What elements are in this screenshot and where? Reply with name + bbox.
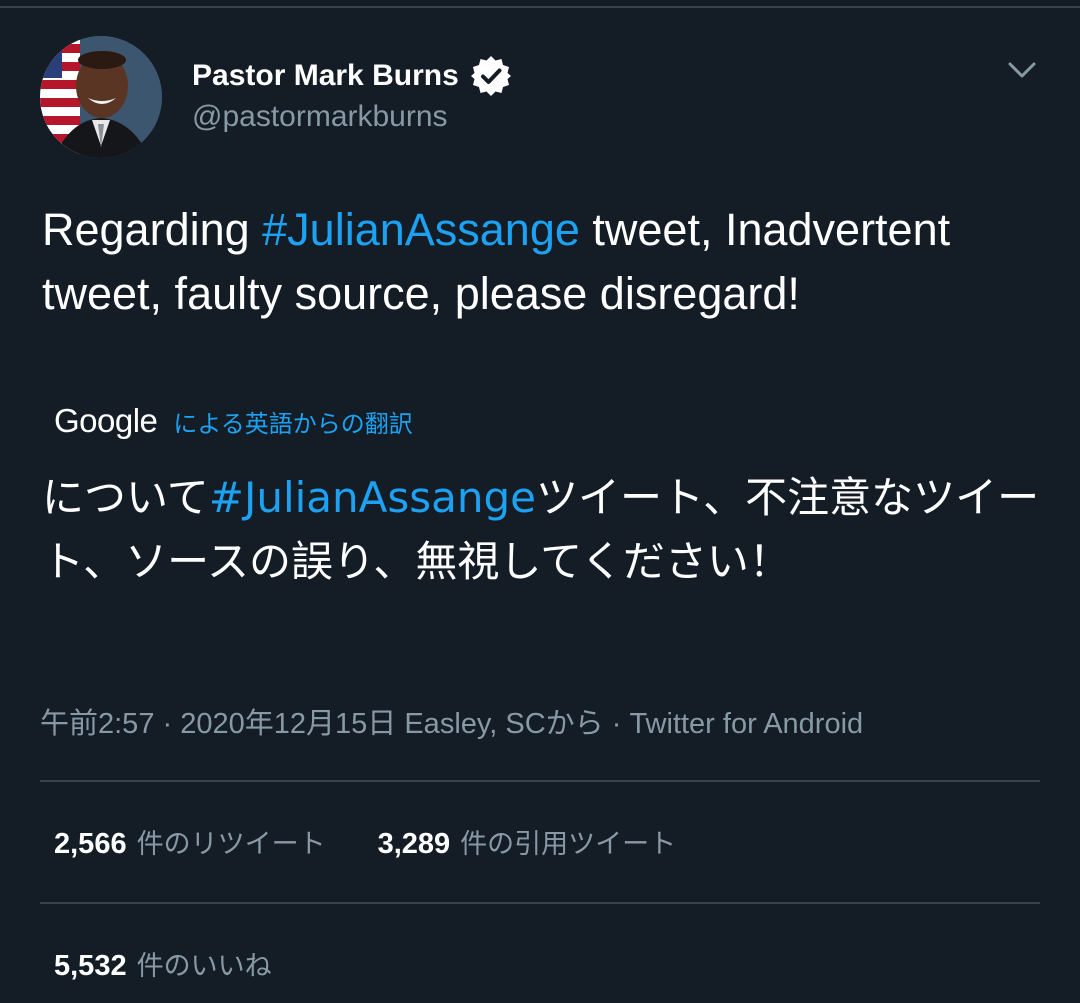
top-divider xyxy=(0,6,1080,8)
tweet-text-before: Regarding xyxy=(42,204,263,255)
stats-row-likes: 5,532 件のいいね xyxy=(54,944,324,983)
stats-divider-middle xyxy=(40,902,1040,904)
tweet-metadata: 午前2:57 · 2020年12月15日 Easley, SCから · Twit… xyxy=(40,700,863,742)
translated-text-before: について xyxy=(42,473,209,522)
verified-badge-icon xyxy=(470,56,511,96)
user-handle[interactable]: @pastormarkburns xyxy=(192,100,448,134)
display-name[interactable]: Pastor Mark Burns xyxy=(192,59,459,93)
name-row: Pastor Mark Burns xyxy=(192,54,513,98)
quote-stat[interactable]: 3,289 件の引用ツイート xyxy=(378,822,677,861)
like-label: 件のいいね xyxy=(136,951,272,982)
chevron-down-icon[interactable] xyxy=(1004,58,1040,82)
tweet-time: 午前2:57 xyxy=(40,708,155,740)
translated-hashtag-link[interactable]: #JulianAssange xyxy=(209,473,536,522)
tweet-header: Pastor Mark Burns @pastormarkburns xyxy=(40,36,1040,160)
stats-divider-top xyxy=(40,780,1040,782)
translation-attribution: Google による英語からの翻訳 xyxy=(54,402,413,440)
retweet-stat[interactable]: 2,566 件のリツイート xyxy=(54,822,326,861)
tweet-date: 2020年12月15日 xyxy=(180,708,397,740)
tweet-location[interactable]: Easley, SCから xyxy=(404,708,603,740)
stats-row-reposts: 2,566 件のリツイート 3,289 件の引用ツイート xyxy=(54,822,728,861)
quote-label: 件の引用ツイート xyxy=(460,829,677,860)
tweet-source[interactable]: Twitter for Android xyxy=(629,708,863,740)
like-count: 5,532 xyxy=(54,950,127,982)
quote-count: 3,289 xyxy=(377,828,451,860)
like-stat[interactable]: 5,532 件のいいね xyxy=(54,944,272,983)
tweet-text: Regarding #JulianAssange tweet, Inadvert… xyxy=(42,198,1042,326)
hashtag-link[interactable]: #JulianAssange xyxy=(262,204,580,255)
translated-text: について#JulianAssangeツイート、不注意なツイート、ソースの誤り、無… xyxy=(42,466,1042,594)
meta-separator: · xyxy=(611,708,622,740)
google-logo: Google xyxy=(54,402,158,439)
meta-separator: · xyxy=(162,708,173,740)
retweet-count: 2,566 xyxy=(54,828,127,860)
avatar[interactable] xyxy=(40,36,162,158)
translation-link[interactable]: による英語からの翻訳 xyxy=(173,404,412,439)
retweet-label: 件のリツイート xyxy=(136,829,326,860)
